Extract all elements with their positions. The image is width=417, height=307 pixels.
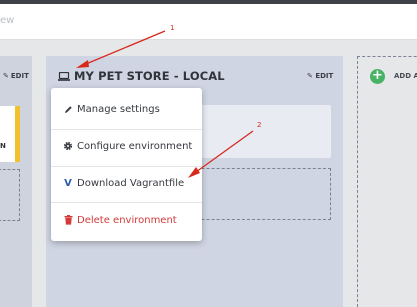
left-drop-zone xyxy=(0,169,20,221)
menu-item-label: Manage settings xyxy=(77,103,160,115)
gear-icon xyxy=(62,141,74,151)
left-card-text: N xyxy=(0,142,6,150)
environment-name: MY PET STORE - LOCAL xyxy=(74,69,225,83)
left-edit-label: EDIT xyxy=(10,72,29,80)
environment-dropdown-menu: Manage settings Configure environment V … xyxy=(51,88,202,241)
menu-item-delete-environment[interactable]: Delete environment xyxy=(51,202,202,238)
left-edit-link[interactable]: ✎ EDIT xyxy=(3,72,29,80)
menu-item-label: Delete environment xyxy=(77,214,177,226)
environment-title[interactable]: MY PET STORE - LOCAL xyxy=(58,69,225,83)
menu-item-download-vagrantfile[interactable]: V Download Vagrantfile xyxy=(51,165,202,201)
pencil-icon xyxy=(62,105,74,114)
pencil-icon: ✎ xyxy=(3,72,9,80)
annotation-label-1: 1 xyxy=(170,24,175,32)
menu-item-label: Configure environment xyxy=(77,140,193,152)
add-environment-column[interactable]: + ADD A xyxy=(357,56,417,307)
menu-item-label: Download Vagrantfile xyxy=(77,177,185,189)
laptop-icon xyxy=(58,71,70,81)
menu-item-configure-environment[interactable]: Configure environment xyxy=(51,128,202,164)
header-partial-text: ew xyxy=(0,15,15,26)
vagrant-icon: V xyxy=(64,177,72,189)
menu-item-manage-settings[interactable]: Manage settings xyxy=(51,91,202,127)
annotation-label-2: 2 xyxy=(257,121,262,129)
add-icon[interactable]: + xyxy=(370,69,385,84)
page-header: ew xyxy=(0,4,417,40)
environment-edit-label: EDIT xyxy=(315,72,334,80)
left-environment-column: ✎ EDIT N xyxy=(0,56,32,307)
left-app-card[interactable]: N xyxy=(0,106,20,162)
add-environment-label[interactable]: ADD A xyxy=(394,72,417,80)
trash-icon xyxy=(62,215,74,225)
environment-edit-link[interactable]: ✎ EDIT xyxy=(307,72,333,80)
